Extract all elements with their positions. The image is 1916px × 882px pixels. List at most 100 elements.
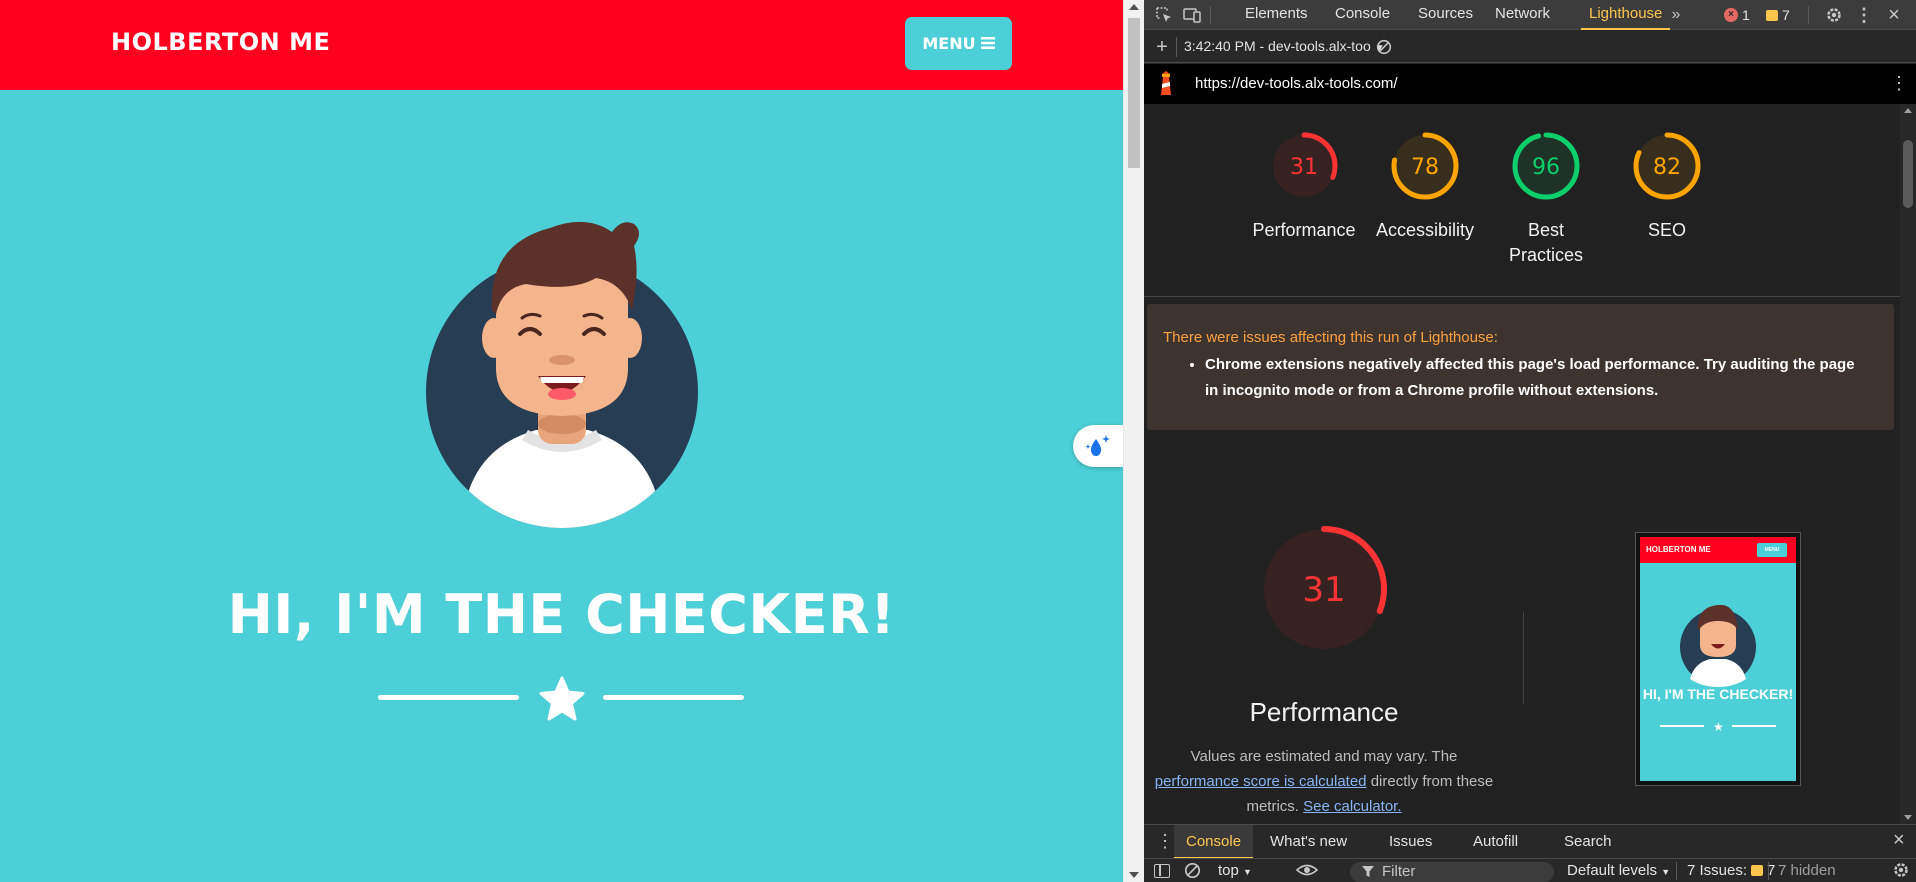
clear-reports-icon[interactable] bbox=[1374, 37, 1394, 57]
lighthouse-subbar: + 3:42:40 PM - dev-tools.alx-too ▼ bbox=[1144, 31, 1916, 63]
report-select[interactable]: 3:42:40 PM - dev-tools.alx-too ▼ bbox=[1184, 38, 1385, 54]
hamburger-icon bbox=[980, 34, 995, 53]
context-select[interactable]: top ▼ bbox=[1218, 862, 1252, 879]
gauge-best-practices[interactable]: 96 Best Practices bbox=[1488, 125, 1604, 268]
tab-elements[interactable]: Elements bbox=[1245, 0, 1308, 30]
log-levels-select[interactable]: Default levels ▼ bbox=[1567, 862, 1670, 879]
filter-placeholder: Filter bbox=[1382, 863, 1416, 880]
site-brand[interactable]: HOLBERTON ME bbox=[111, 28, 330, 56]
scroll-down-arrow-icon[interactable] bbox=[1129, 872, 1139, 878]
live-expression-eye-icon[interactable] bbox=[1295, 861, 1319, 882]
more-tabs-icon[interactable]: » bbox=[1666, 5, 1686, 25]
performance-title: Performance bbox=[1249, 697, 1399, 727]
console-filter-input[interactable]: Filter bbox=[1350, 862, 1554, 882]
more-options-icon[interactable]: ⋮ bbox=[1854, 5, 1874, 25]
sidebar-toggle-icon[interactable] bbox=[1154, 864, 1170, 878]
toolbar-separator bbox=[1808, 6, 1809, 24]
drawer-tab-issues[interactable]: Issues bbox=[1389, 825, 1432, 859]
gauge-score: 31 bbox=[1290, 155, 1318, 180]
desc-prefix: Values are estimated and may vary. The bbox=[1190, 748, 1458, 765]
console-separator bbox=[1676, 862, 1677, 880]
tab-network[interactable]: Network bbox=[1495, 0, 1550, 30]
star-icon bbox=[539, 676, 585, 721]
scroll-down-arrow-icon[interactable] bbox=[1904, 815, 1912, 820]
gauge-ring: 78 bbox=[1391, 132, 1459, 200]
report-scrollbar[interactable] bbox=[1900, 104, 1916, 824]
sparkle-drop-icon bbox=[1085, 435, 1110, 456]
hero-title: HI, I'M THE CHECKER! bbox=[227, 583, 896, 646]
issues-counter[interactable]: 7 Issues: 7 bbox=[1687, 862, 1775, 879]
performance-large-gauge: 31 bbox=[1261, 526, 1387, 652]
drawer-menu-icon[interactable]: ⋮ bbox=[1156, 831, 1174, 852]
thumbnail-title: HI, I'M THE CHECKER! bbox=[1642, 686, 1794, 702]
new-report-plus-icon[interactable]: + bbox=[1152, 36, 1172, 58]
hidden-count: 7 hidden bbox=[1778, 862, 1836, 879]
webpage-viewport: HOLBERTON ME MENU HI, I'M THE CHECKER! bbox=[0, 0, 1123, 882]
menu-label: MENU bbox=[922, 34, 976, 53]
error-count: 1 bbox=[1742, 7, 1750, 23]
console-settings-gear-icon[interactable] bbox=[1892, 861, 1910, 882]
drawer-tab-search[interactable]: Search bbox=[1564, 825, 1612, 859]
warning-list: Chrome extensions negatively affected th… bbox=[1205, 352, 1865, 404]
gauge-label: Best Practices bbox=[1508, 220, 1584, 265]
report-url-bar: https://dev-tools.alx-tools.com/ ⋮ bbox=[1144, 64, 1916, 104]
report-menu-icon[interactable]: ⋮ bbox=[1890, 73, 1908, 94]
gauge-score: 96 bbox=[1532, 155, 1560, 180]
lighthouse-report: 31 Performance 78 Accessibility 96 Best … bbox=[1144, 104, 1900, 824]
device-toolbar-icon[interactable] bbox=[1182, 5, 1202, 25]
issue-counter[interactable]: 7 bbox=[1766, 5, 1790, 25]
issue-icon bbox=[1766, 9, 1778, 21]
extension-floating-button[interactable] bbox=[1073, 425, 1123, 467]
gauge-ring: 96 bbox=[1512, 132, 1580, 200]
thumbnail-page: HOLBERTON ME MENU HI, I'M THE CHECKER! ★ bbox=[1640, 537, 1796, 781]
close-devtools-icon[interactable]: × bbox=[1884, 4, 1904, 26]
issue-count: 7 bbox=[1782, 7, 1790, 23]
avatar-illustration bbox=[426, 221, 698, 528]
console-separator bbox=[1768, 862, 1769, 880]
scroll-up-arrow-icon[interactable] bbox=[1129, 4, 1139, 10]
tab-lighthouse[interactable]: Lighthouse bbox=[1581, 0, 1671, 30]
report-url[interactable]: https://dev-tools.alx-tools.com/ bbox=[1195, 75, 1398, 92]
settings-gear-icon[interactable] bbox=[1824, 5, 1844, 25]
star-divider bbox=[378, 676, 744, 722]
gauge-performance[interactable]: 31 Performance bbox=[1246, 125, 1362, 243]
scroll-up-arrow-icon[interactable] bbox=[1904, 108, 1912, 113]
gauge-label: SEO bbox=[1647, 220, 1686, 240]
report-scrollbar-thumb[interactable] bbox=[1903, 140, 1913, 208]
gauge-accessibility[interactable]: 78 Accessibility bbox=[1367, 125, 1483, 243]
divider-line-left bbox=[378, 695, 519, 700]
lighthouse-logo-icon bbox=[1161, 71, 1171, 95]
context-label: top bbox=[1218, 862, 1239, 879]
tab-sources[interactable]: Sources bbox=[1418, 0, 1473, 30]
page-scrollbar[interactable] bbox=[1123, 0, 1144, 882]
performance-description: Values are estimated and may vary. The p… bbox=[1154, 744, 1494, 819]
score-calculated-link[interactable]: performance score is calculated bbox=[1155, 773, 1367, 790]
gauge-label: Accessibility bbox=[1375, 220, 1475, 240]
page-scrollbar-thumb[interactable] bbox=[1128, 18, 1140, 168]
gauge-seo[interactable]: 82 SEO bbox=[1609, 125, 1725, 243]
see-calculator-link[interactable]: See calculator. bbox=[1303, 798, 1401, 815]
issue-icon bbox=[1751, 865, 1764, 876]
drawer-tab-whats-new[interactable]: What's new bbox=[1270, 825, 1347, 859]
menu-button[interactable]: MENU bbox=[905, 17, 1012, 70]
drawer-tab-console[interactable]: Console bbox=[1174, 825, 1254, 859]
drawer-tabbar: ⋮ Console What's new Issues Autofill Sea… bbox=[1144, 824, 1916, 859]
warning-title: There were issues affecting this run of … bbox=[1163, 329, 1498, 346]
thumbnail-divider-left bbox=[1660, 725, 1704, 727]
error-icon: × bbox=[1724, 8, 1738, 22]
drawer-tab-autofill[interactable]: Autofill bbox=[1473, 825, 1518, 859]
close-drawer-icon[interactable]: × bbox=[1893, 829, 1905, 852]
clear-console-icon[interactable] bbox=[1184, 862, 1201, 882]
log-levels-label: Default levels bbox=[1567, 862, 1658, 879]
gauge-label: Performance bbox=[1252, 220, 1356, 240]
gauge-score: 31 bbox=[1302, 570, 1345, 610]
gauge-score: 82 bbox=[1653, 155, 1681, 180]
error-counter[interactable]: × 1 bbox=[1724, 5, 1750, 25]
tab-console[interactable]: Console bbox=[1335, 0, 1390, 30]
page-screenshot-thumbnail[interactable]: HOLBERTON ME MENU HI, I'M THE CHECKER! ★ bbox=[1635, 532, 1801, 786]
console-toolbar: top ▼ Filter Default levels ▼ 7 Issues: … bbox=[1144, 858, 1916, 882]
gauge-ring: 31 bbox=[1270, 132, 1338, 200]
inspect-element-icon[interactable] bbox=[1154, 5, 1174, 25]
thumbnail-menu: MENU bbox=[1757, 543, 1787, 557]
site-navbar: HOLBERTON ME MENU bbox=[0, 0, 1123, 90]
